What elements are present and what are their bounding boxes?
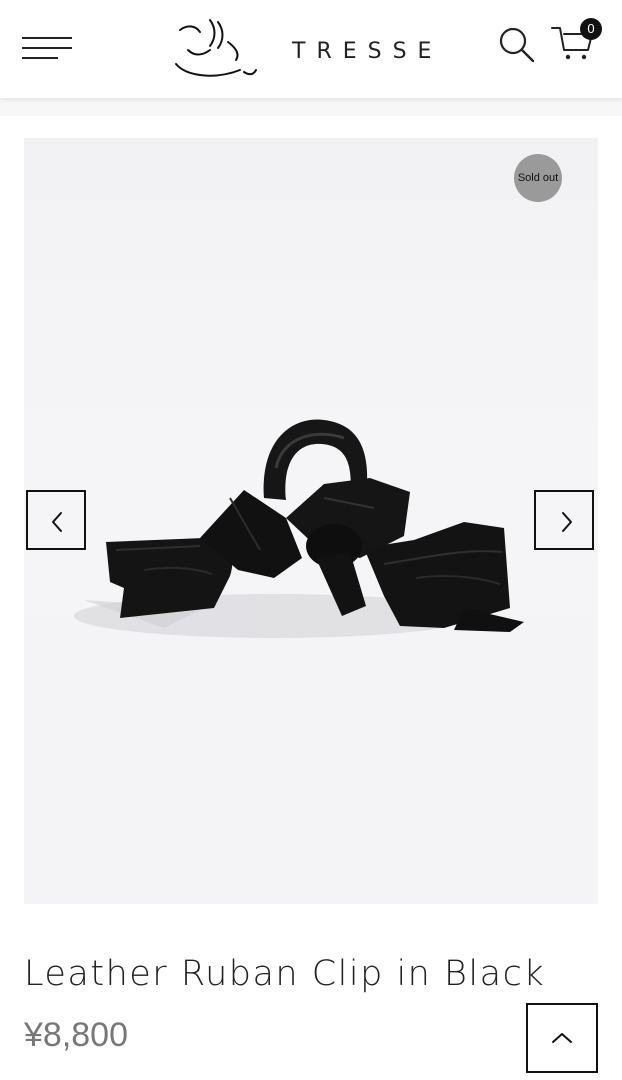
product-gallery[interactable]: Sold out [24,138,598,904]
hamburger-icon [22,37,72,39]
cart-button[interactable]: 0 [550,16,606,66]
chevron-right-icon [562,512,572,532]
brand-logo-mark [175,19,257,77]
sold-out-badge: Sold out [514,154,562,202]
product-title: Leather Ruban Clip in Black [24,954,546,994]
header-divider [0,98,622,116]
product-price: ¥8,800 [24,1016,128,1054]
product-image [74,419,524,638]
gallery-prev-button[interactable] [26,490,86,550]
chevron-left-icon [52,512,62,532]
brand-name: TRESSE [292,39,443,64]
search-button[interactable] [496,24,538,66]
hamburger-line [22,57,58,59]
brand-home-link[interactable]: TRESSE [170,14,460,84]
chevron-up-icon [552,1033,572,1043]
search-icon [499,27,535,63]
back-to-top-button[interactable] [526,1003,598,1073]
menu-button[interactable] [22,33,74,65]
gallery-next-button[interactable] [534,490,594,550]
site-header: TRESSE 0 [0,0,622,98]
cart-count-badge: 0 [580,18,602,40]
hamburger-line [22,47,72,49]
